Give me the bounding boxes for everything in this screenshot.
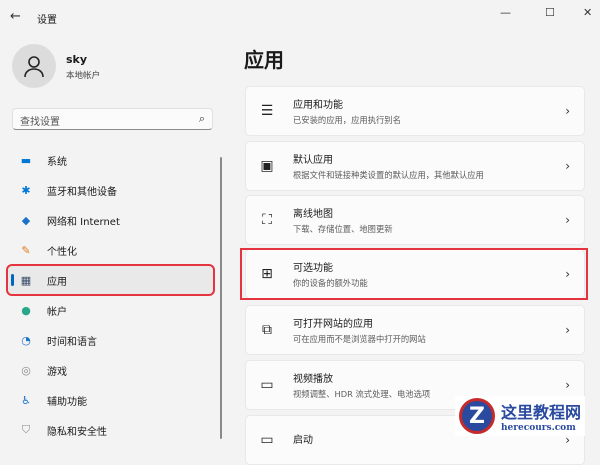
watermark-logo: Z [459, 398, 495, 434]
chevron-right-icon: › [565, 213, 570, 227]
card-icon: ☰ [260, 103, 274, 119]
chevron-right-icon: › [565, 104, 570, 118]
sidebar-item-label: 蓝牙和其他设备 [47, 186, 117, 198]
settings-card[interactable]: ☰ 应用和功能已安装的应用，应用执行别名 › [245, 86, 585, 136]
avatar[interactable] [12, 44, 56, 88]
card-subtitle: 根据文件和链接种类设置的默认应用，其他默认应用 [293, 170, 484, 180]
sidebar-item[interactable]: ♿ 辅助功能 [8, 386, 213, 414]
sidebar-item[interactable]: ◎ 游戏 [8, 356, 213, 384]
sidebar-item-icon: ♿ [21, 393, 31, 407]
sidebar-item-label: 游戏 [47, 366, 67, 378]
watermark-url: herecours.com [501, 423, 576, 433]
card-subtitle: 可在应用而不是浏览器中打开的网站 [293, 334, 426, 344]
card-title: 离线地图 [293, 209, 333, 220]
search-placeholder: 查找设置 [20, 117, 60, 128]
sidebar-item[interactable]: ⛉ 隐私和安全性 [8, 416, 213, 444]
account-type: 本地帐户 [66, 71, 101, 81]
sidebar-item[interactable]: ✎ 个性化 [8, 236, 213, 264]
settings-card[interactable]: ▣ 默认应用根据文件和链接种类设置的默认应用，其他默认应用 › [245, 141, 585, 191]
settings-card[interactable]: ⧉ 可打开网站的应用可在应用而不是浏览器中打开的网站 › [245, 305, 585, 355]
card-icon: ⛶ [262, 212, 272, 228]
sidebar-item-icon: ◎ [21, 363, 31, 377]
card-icon: ▣ [260, 158, 274, 174]
sidebar-item-icon: ● [21, 303, 31, 317]
chevron-right-icon: › [565, 323, 570, 337]
sidebar-item-icon: ✱ [21, 183, 31, 197]
chevron-right-icon: › [565, 159, 570, 173]
sidebar-scrollbar[interactable] [220, 157, 222, 439]
card-icon: ⧉ [262, 322, 272, 338]
sidebar-item-label: 时间和语言 [47, 336, 97, 348]
card-subtitle: 已安装的应用，应用执行别名 [293, 115, 401, 125]
card-subtitle: 下载、存储位置、地图更新 [293, 224, 393, 234]
card-icon: ▭ [260, 432, 274, 448]
sidebar-item[interactable]: ◔ 时间和语言 [8, 326, 213, 354]
maximize-button[interactable]: ☐ [545, 6, 555, 19]
minimize-button[interactable]: — [500, 6, 511, 19]
sidebar-item-icon: ▦ [20, 273, 32, 287]
back-icon[interactable]: ← [10, 9, 21, 24]
watermark-name: 这里教程网 [501, 403, 582, 422]
card-title: 视频播放 [293, 374, 333, 385]
sidebar-item[interactable]: ● 帐户 [8, 296, 213, 324]
sidebar-item[interactable]: ▦ 应用 [6, 264, 215, 296]
window-title: 设置 [37, 15, 57, 26]
sidebar-item[interactable]: ◆ 网络和 Internet [8, 206, 213, 234]
sidebar-item[interactable]: ▬ 系统 [8, 146, 213, 174]
sidebar-item-label: 帐户 [47, 306, 67, 318]
highlight-box [240, 248, 588, 300]
card-title: 默认应用 [293, 155, 333, 166]
sidebar-item-icon: ◔ [21, 333, 31, 347]
close-button[interactable]: ✕ [583, 6, 592, 19]
user-icon [24, 56, 44, 78]
sidebar-item[interactable]: ✱ 蓝牙和其他设备 [8, 176, 213, 204]
search-input[interactable]: 查找设置 ⌕ [12, 108, 213, 130]
settings-card[interactable]: ⛶ 离线地图下载、存储位置、地图更新 › [245, 195, 585, 245]
sidebar-item-label: 网络和 Internet [47, 216, 120, 228]
sidebar-item-label: 隐私和安全性 [47, 426, 107, 438]
card-icon: ▭ [260, 377, 274, 393]
title-bar: ← 设置 — ☐ ✕ [0, 0, 600, 34]
sidebar-item-label: 应用 [47, 276, 67, 288]
user-name: sky [66, 53, 88, 66]
card-title: 应用和功能 [293, 100, 343, 111]
sidebar-item-label: 辅助功能 [47, 396, 87, 408]
sidebar-item-icon: ◆ [21, 213, 31, 227]
page-title: 应用 [244, 48, 284, 72]
sidebar-item-label: 个性化 [47, 246, 77, 258]
card-title: 可打开网站的应用 [293, 319, 373, 330]
sidebar-item-icon: ▬ [20, 153, 32, 167]
sidebar-item-label: 系统 [47, 156, 67, 168]
search-icon: ⌕ [198, 112, 205, 125]
watermark: Z 这里教程网 herecours.com [455, 396, 586, 436]
sidebar-item-icon: ⛉ [21, 423, 31, 436]
chevron-right-icon: › [565, 378, 570, 392]
sidebar-item-icon: ✎ [21, 243, 31, 257]
